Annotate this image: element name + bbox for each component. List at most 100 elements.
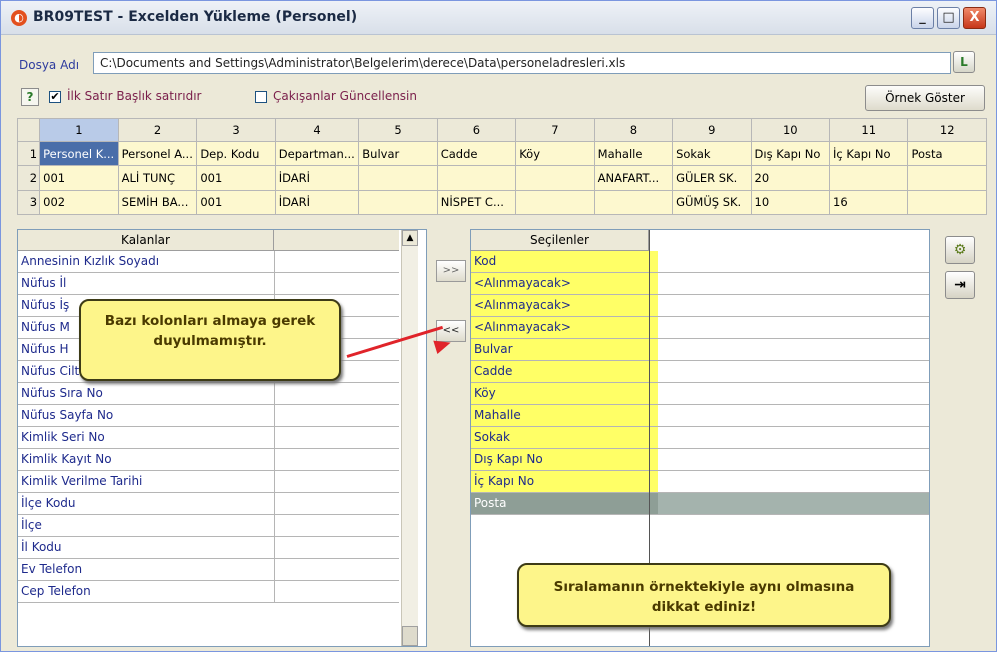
remaining-header: Kalanlar: [18, 230, 274, 251]
grid-column-header[interactable]: 2: [117, 117, 198, 143]
scroll-thumb[interactable]: [402, 626, 418, 646]
list-item[interactable]: Köy: [471, 383, 929, 405]
grid-cell[interactable]: Bulvar: [358, 141, 438, 167]
list-item-selected[interactable]: Posta: [471, 493, 929, 515]
list-item[interactable]: <Alınmayacak>: [471, 317, 929, 339]
grid-cell[interactable]: 001: [196, 165, 276, 191]
first-row-header-label: İlk Satır Başlık satırıdır: [67, 89, 202, 103]
list-item[interactable]: Kimlik Seri No: [18, 427, 399, 449]
list-item[interactable]: İlçe Kodu: [18, 493, 399, 515]
grid-cell[interactable]: Mahalle: [593, 141, 674, 167]
file-path-field[interactable]: C:\Documents and Settings\Administrator\…: [93, 52, 951, 74]
grid-cell[interactable]: Personel A...: [117, 141, 198, 167]
list-item[interactable]: Kimlik Kayıt No: [18, 449, 399, 471]
grid-column-header[interactable]: 11: [828, 117, 909, 143]
row-number: 2: [16, 165, 41, 191]
grid-cell[interactable]: 001: [196, 189, 276, 216]
grid-cell[interactable]: NİSPET C...: [436, 189, 517, 216]
grid-cell[interactable]: [828, 165, 909, 191]
grid-cell[interactable]: Dep. Kodu: [196, 141, 276, 167]
grid-cell[interactable]: GÜMÜŞ SK.: [672, 189, 752, 216]
list-item[interactable]: Dış Kapı No: [471, 449, 929, 471]
grid-cell[interactable]: 10: [750, 189, 831, 216]
grid-column-header[interactable]: 7: [515, 117, 595, 143]
list-item[interactable]: Annesinin Kızlık Soyadı: [18, 251, 399, 273]
grid-column-header[interactable]: 3: [196, 117, 276, 143]
grid-cell[interactable]: İDARİ: [274, 165, 360, 191]
scroll-up-icon[interactable]: ▲: [402, 230, 418, 246]
list-item-label: Nüfus Sayfa No: [21, 408, 114, 422]
add-field-button[interactable]: >>: [436, 260, 466, 282]
file-name-label: Dosya Adı: [19, 58, 80, 72]
run-import-icon[interactable]: ⚙: [945, 236, 975, 264]
grid-cell[interactable]: [358, 165, 438, 191]
grid-cell[interactable]: Departman...: [274, 141, 360, 167]
grid-column-header[interactable]: 12: [907, 117, 987, 143]
grid-column-header[interactable]: 10: [750, 117, 831, 143]
grid-cell[interactable]: GÜLER SK.: [672, 165, 752, 191]
grid-column-header[interactable]: 9: [672, 117, 752, 143]
help-button[interactable]: ?: [21, 88, 39, 106]
grid-cell[interactable]: 002: [39, 189, 119, 216]
list-item[interactable]: Ev Telefon: [18, 559, 399, 581]
grid-column-header[interactable]: 6: [436, 117, 517, 143]
list-item[interactable]: Nüfus Sayfa No: [18, 405, 399, 427]
exit-icon[interactable]: ⇥: [945, 271, 975, 299]
grid-cell[interactable]: 20: [750, 165, 831, 191]
list-item[interactable]: <Alınmayacak>: [471, 273, 929, 295]
list-item[interactable]: Mahalle: [471, 405, 929, 427]
grid-cell[interactable]: [358, 189, 438, 216]
list-item[interactable]: <Alınmayacak>: [471, 295, 929, 317]
grid-cell[interactable]: [515, 189, 595, 216]
grid-cell[interactable]: 16: [828, 189, 909, 216]
table-row[interactable]: 1 Personel K... Personel A... Dep. Kodu …: [16, 141, 987, 167]
grid-cell[interactable]: Personel K...: [39, 141, 119, 167]
grid-cell[interactable]: [515, 165, 595, 191]
close-button[interactable]: X: [963, 7, 986, 29]
update-conflicts-checkbox[interactable]: [255, 91, 267, 103]
table-row[interactable]: 3 002 SEMİH BA... 001 İDARİ NİSPET C... …: [16, 189, 987, 216]
grid-cell[interactable]: [907, 165, 987, 191]
grid-column-header[interactable]: 8: [593, 117, 674, 143]
list-item[interactable]: Kod: [471, 251, 929, 273]
grid-column-header[interactable]: 4: [274, 117, 360, 143]
grid-cell[interactable]: 001: [39, 165, 119, 191]
remaining-fields-list[interactable]: Kalanlar Annesinin Kızlık Soyadı Nüfus İ…: [17, 229, 427, 647]
list-item[interactable]: İlçe: [18, 515, 399, 537]
minimize-button[interactable]: _: [911, 7, 934, 29]
grid-cell[interactable]: İDARİ: [274, 189, 360, 216]
list-item[interactable]: Cep Telefon: [18, 581, 399, 603]
grid-cell[interactable]: Dış Kapı No: [750, 141, 831, 167]
show-example-button[interactable]: Örnek Göster: [865, 85, 985, 111]
grid-cell[interactable]: [593, 189, 674, 216]
grid-cell[interactable]: [436, 165, 517, 191]
list-item[interactable]: İl Kodu: [18, 537, 399, 559]
grid-cell[interactable]: Köy: [515, 141, 595, 167]
list-item-label: <Alınmayacak>: [471, 317, 658, 338]
grid-cell[interactable]: Posta: [907, 141, 987, 167]
list-item[interactable]: Sokak: [471, 427, 929, 449]
grid-cell[interactable]: Sokak: [672, 141, 752, 167]
list-item-label: Cadde: [471, 361, 658, 382]
maximize-button[interactable]: □: [937, 7, 960, 29]
table-row[interactable]: 2 001 ALİ TUNÇ 001 İDARİ ANAFART... GÜLE…: [16, 165, 987, 191]
first-row-header-checkbox[interactable]: ✔: [49, 91, 61, 103]
grid-corner: [16, 117, 41, 143]
grid-column-header[interactable]: 1: [39, 117, 119, 143]
grid-cell[interactable]: ANAFART...: [593, 165, 674, 191]
browse-file-button[interactable]: L: [953, 51, 975, 73]
remaining-scrollbar[interactable]: ▲: [401, 230, 418, 646]
list-item[interactable]: Cadde: [471, 361, 929, 383]
grid-cell[interactable]: SEMİH BA...: [117, 189, 198, 216]
list-item[interactable]: Nüfus Sıra No: [18, 383, 399, 405]
list-item[interactable]: Kimlik Verilme Tarihi: [18, 471, 399, 493]
list-item[interactable]: Nüfus İl: [18, 273, 399, 295]
grid-cell[interactable]: [907, 189, 987, 216]
list-item[interactable]: Bulvar: [471, 339, 929, 361]
grid-cell[interactable]: ALİ TUNÇ: [117, 165, 198, 191]
grid-cell[interactable]: Cadde: [436, 141, 517, 167]
list-item[interactable]: İç Kapı No: [471, 471, 929, 493]
grid-cell[interactable]: İç Kapı No: [828, 141, 909, 167]
grid-column-header[interactable]: 5: [358, 117, 438, 143]
excel-preview-grid[interactable]: 1 2 3 4 5 6 7 8 9 10 11 12 1 Personel K.…: [16, 117, 987, 216]
